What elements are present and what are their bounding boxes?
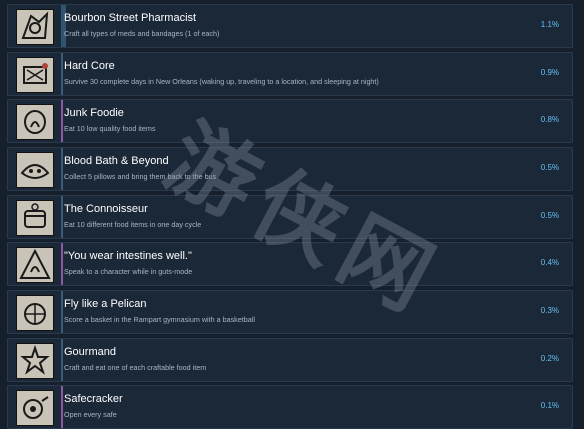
achievement-title: Fly like a Pelican — [64, 298, 147, 310]
achievement-description: Score a basket in the Rampart gymnasium … — [64, 315, 255, 324]
junk-foodie-achievement-icon — [16, 104, 54, 140]
connoisseur-achievement-icon — [16, 200, 54, 236]
achievement-row[interactable]: Fly like a Pelican Score a basket in the… — [7, 290, 573, 334]
achievement-title: Bourbon Street Pharmacist — [64, 12, 197, 24]
achievement-list: Bourbon Street Pharmacist Craft all type… — [0, 0, 584, 429]
rarity-bar — [61, 196, 63, 238]
achievement-description: Open every safe — [64, 410, 117, 419]
rarity-bar — [61, 243, 63, 285]
safecracker-achievement-icon — [16, 390, 54, 426]
achievement-description: Survive 30 complete days in New Orleans … — [64, 77, 379, 86]
achievement-percent: 0.5% — [540, 211, 559, 220]
blood-bath-achievement-icon — [16, 152, 54, 188]
rarity-bar — [61, 148, 63, 190]
achievement-description: Speak to a character while in guts-mode — [64, 267, 193, 276]
rarity-bar — [61, 100, 63, 142]
achievement-percent: 0.5% — [540, 163, 559, 172]
achievement-title: Safecracker — [64, 393, 123, 405]
achievement-description: Collect 5 pillows and bring them back to… — [64, 172, 217, 181]
achievement-row[interactable]: "You wear intestines well." Speak to a c… — [7, 242, 573, 286]
achievement-row[interactable]: Bourbon Street Pharmacist Craft all type… — [7, 4, 573, 48]
achievement-description: Eat 10 different food items in one day c… — [64, 220, 202, 229]
achievement-percent: 1.1% — [540, 20, 559, 29]
achievement-description: Craft and eat one of each craftable food… — [64, 363, 207, 372]
achievement-title: Hard Core — [64, 60, 115, 72]
achievement-percent: 0.8% — [540, 115, 559, 124]
achievement-percent: 0.4% — [540, 258, 559, 267]
achievement-title: Gourmand — [64, 346, 116, 358]
achievement-percent: 0.1% — [540, 401, 559, 410]
gourmand-achievement-icon — [16, 343, 54, 379]
pelican-achievement-icon — [16, 295, 54, 331]
achievement-title: Junk Foodie — [64, 107, 124, 119]
achievement-title: Blood Bath & Beyond — [64, 155, 169, 167]
rarity-bar — [61, 53, 63, 95]
achievement-row[interactable]: Gourmand Craft and eat one of each craft… — [7, 338, 573, 382]
achievement-description: Eat 10 low quality food items — [64, 124, 156, 133]
achievement-row[interactable]: Blood Bath & Beyond Collect 5 pillows an… — [7, 147, 573, 191]
achievement-percent: 0.9% — [540, 68, 559, 77]
rarity-bar — [61, 339, 63, 381]
achievement-title: The Connoisseur — [64, 203, 148, 215]
achievement-description: Craft all types of meds and bandages (1 … — [64, 29, 220, 38]
achievement-row[interactable]: Safecracker Open every safe 0.1% — [7, 385, 573, 429]
achievement-row[interactable]: Junk Foodie Eat 10 low quality food item… — [7, 99, 573, 143]
achievement-percent: 0.2% — [540, 354, 559, 363]
achievement-title: "You wear intestines well." — [64, 250, 192, 262]
pharmacist-achievement-icon — [16, 9, 54, 45]
rarity-bar — [61, 291, 63, 333]
rarity-bar — [61, 386, 63, 428]
intestines-achievement-icon — [16, 247, 54, 283]
hard-core-achievement-icon — [16, 57, 54, 93]
achievement-row[interactable]: The Connoisseur Eat 10 different food it… — [7, 195, 573, 239]
achievement-percent: 0.3% — [540, 306, 559, 315]
achievement-row[interactable]: Hard Core Survive 30 complete days in Ne… — [7, 52, 573, 96]
